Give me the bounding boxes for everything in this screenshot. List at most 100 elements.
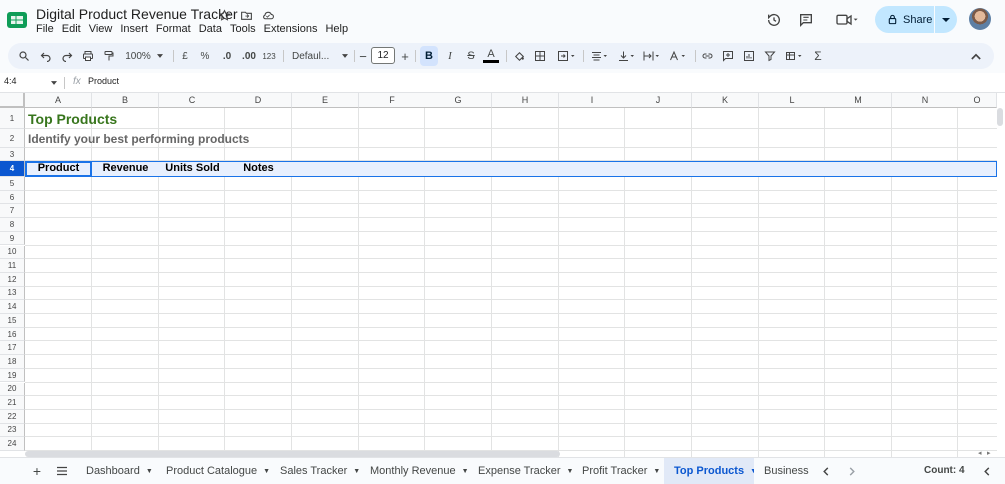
print-icon[interactable] — [80, 46, 96, 66]
row-header-5[interactable]: 5 — [0, 177, 25, 191]
menu-edit[interactable]: Edit — [62, 23, 85, 35]
all-sheets-icon[interactable] — [54, 458, 70, 484]
vertical-scrollbar-thumb[interactable] — [997, 108, 1003, 126]
menu-tools[interactable]: Tools — [230, 23, 260, 35]
spreadsheet-grid[interactable]: ABCDEFGHIJKLMNO 1 2 3 4 5 6 7 8 9 10 11 12 13 14 15 16 1… — [0, 93, 1005, 457]
row-header-15[interactable]: 15 — [0, 314, 25, 328]
column-header-i[interactable]: I — [559, 93, 626, 108]
row-header-8[interactable]: 8 — [0, 218, 25, 232]
undo-icon[interactable] — [38, 46, 54, 66]
increase-decimal-button[interactable]: .00 — [240, 46, 258, 66]
select-all-corner[interactable] — [0, 93, 25, 108]
row-header-2[interactable]: 2 — [0, 129, 25, 148]
scroll-right-arrow-icon[interactable]: ▸ — [987, 449, 991, 457]
side-panel-toggle-icon[interactable] — [982, 458, 992, 484]
row-header-7[interactable]: 7 — [0, 204, 25, 219]
menu-insert[interactable]: Insert — [120, 23, 152, 35]
column-header-d[interactable]: D — [225, 93, 292, 108]
menu-help[interactable]: Help — [325, 23, 352, 35]
text-color-button[interactable]: A — [482, 46, 500, 66]
row-header-1[interactable]: 1 — [0, 108, 25, 129]
tab-menu-chevron-icon[interactable]: ▼ — [263, 468, 270, 475]
name-box-dropdown-icon[interactable] — [51, 81, 57, 85]
column-header-l[interactable]: L — [759, 93, 826, 108]
sheet-tab-profit-tracker[interactable]: Profit Tracker ▼ — [572, 458, 664, 484]
sheet-tab-top-products[interactable]: Top Products ▼ — [664, 458, 754, 484]
sheet-subtitle-cell[interactable]: Identify your best performing products — [28, 132, 249, 146]
tab-menu-chevron-icon[interactable]: ▼ — [146, 468, 153, 475]
filter-views-icon[interactable] — [782, 46, 806, 66]
share-button[interactable]: Share — [875, 6, 957, 33]
sheet-title-cell[interactable]: Top Products — [28, 111, 117, 127]
borders-icon[interactable] — [532, 46, 548, 66]
increase-font-size-icon[interactable]: + — [400, 46, 410, 66]
text-rotation-icon[interactable] — [666, 46, 688, 66]
row-header-21[interactable]: 21 — [0, 396, 25, 410]
name-box[interactable]: 4:4 — [4, 76, 17, 86]
move-folder-icon[interactable] — [238, 7, 254, 23]
header-cell-notes[interactable]: Notes — [225, 162, 292, 174]
row-header-22[interactable]: 22 — [0, 409, 25, 424]
font-size-input[interactable]: 12 — [371, 47, 395, 64]
sheets-logo-icon[interactable] — [6, 9, 28, 31]
column-header-k[interactable]: K — [692, 93, 759, 108]
sheet-tab-dashboard[interactable]: Dashboard ▼ — [76, 458, 164, 484]
decrease-font-size-icon[interactable]: − — [358, 46, 368, 66]
collapse-toolbar-icon[interactable] — [968, 46, 984, 66]
row-header-19[interactable]: 19 — [0, 368, 25, 383]
version-history-icon[interactable] — [765, 11, 783, 29]
fill-color-icon[interactable] — [511, 46, 527, 66]
horizontal-align-icon[interactable] — [588, 46, 610, 66]
row-header-11[interactable]: 11 — [0, 259, 25, 273]
header-cell-product[interactable]: Product — [25, 162, 92, 174]
formula-input[interactable]: Product — [88, 76, 119, 86]
share-dropdown-icon[interactable] — [934, 6, 957, 33]
column-header-m[interactable]: M — [825, 93, 892, 108]
row-header-18[interactable]: 18 — [0, 355, 25, 369]
column-header-c[interactable]: C — [159, 93, 226, 108]
zoom-select[interactable]: 100% — [122, 46, 166, 66]
functions-button[interactable]: Σ — [811, 46, 825, 66]
format-currency-button[interactable]: £ — [179, 46, 191, 66]
insert-link-icon[interactable] — [699, 46, 715, 66]
document-title[interactable]: Digital Product Revenue Tracker — [36, 6, 238, 22]
row-header-12[interactable]: 12 — [0, 272, 25, 287]
menu-format[interactable]: Format — [156, 23, 195, 35]
menu-file[interactable]: File — [36, 23, 58, 35]
merge-cells-icon[interactable] — [553, 46, 579, 66]
row-header-23[interactable]: 23 — [0, 423, 25, 438]
italic-button[interactable]: I — [442, 46, 458, 66]
sheet-tab-business[interactable]: Business ( — [754, 458, 810, 484]
row-header-14[interactable]: 14 — [0, 300, 25, 314]
row-header-17[interactable]: 17 — [0, 341, 25, 356]
redo-icon[interactable] — [59, 46, 75, 66]
column-header-n[interactable]: N — [892, 93, 959, 108]
row-header-10[interactable]: 10 — [0, 245, 25, 260]
scroll-left-arrow-icon[interactable]: ◂ — [978, 449, 982, 457]
row-header-6[interactable]: 6 — [0, 190, 25, 205]
filter-icon[interactable] — [762, 46, 778, 66]
add-sheet-icon[interactable]: + — [30, 458, 44, 484]
row-header-4[interactable]: 4 — [0, 161, 25, 177]
text-wrapping-icon[interactable] — [640, 46, 662, 66]
menu-data[interactable]: Data — [199, 23, 226, 35]
font-select[interactable]: Defaul... — [290, 46, 350, 66]
row-header-24[interactable]: 24 — [0, 437, 25, 451]
header-cell-units-sold[interactable]: Units Sold — [159, 162, 226, 174]
tabs-scroll-right-icon[interactable] — [847, 458, 857, 484]
sheet-tab-expense-tracker[interactable]: Expense Tracker ▼ — [468, 458, 572, 484]
menu-view[interactable]: View — [89, 23, 117, 35]
insert-chart-icon[interactable] — [741, 46, 757, 66]
column-header-a[interactable]: A — [25, 93, 92, 108]
decrease-decimal-button[interactable]: .0 — [218, 46, 236, 66]
meet-icon[interactable] — [833, 11, 861, 29]
row-header-20[interactable]: 20 — [0, 382, 25, 397]
search-menus-icon[interactable] — [16, 46, 32, 66]
column-header-e[interactable]: E — [292, 93, 359, 108]
row-header-13[interactable]: 13 — [0, 286, 25, 301]
tabs-scroll-left-icon[interactable] — [821, 458, 831, 484]
selection-count[interactable]: Count: 4 — [924, 465, 965, 476]
bold-button[interactable]: B — [420, 46, 438, 66]
sheet-tab-product-catalogue[interactable]: Product Catalogue ▼ — [156, 458, 270, 484]
column-header-j[interactable]: J — [625, 93, 692, 108]
